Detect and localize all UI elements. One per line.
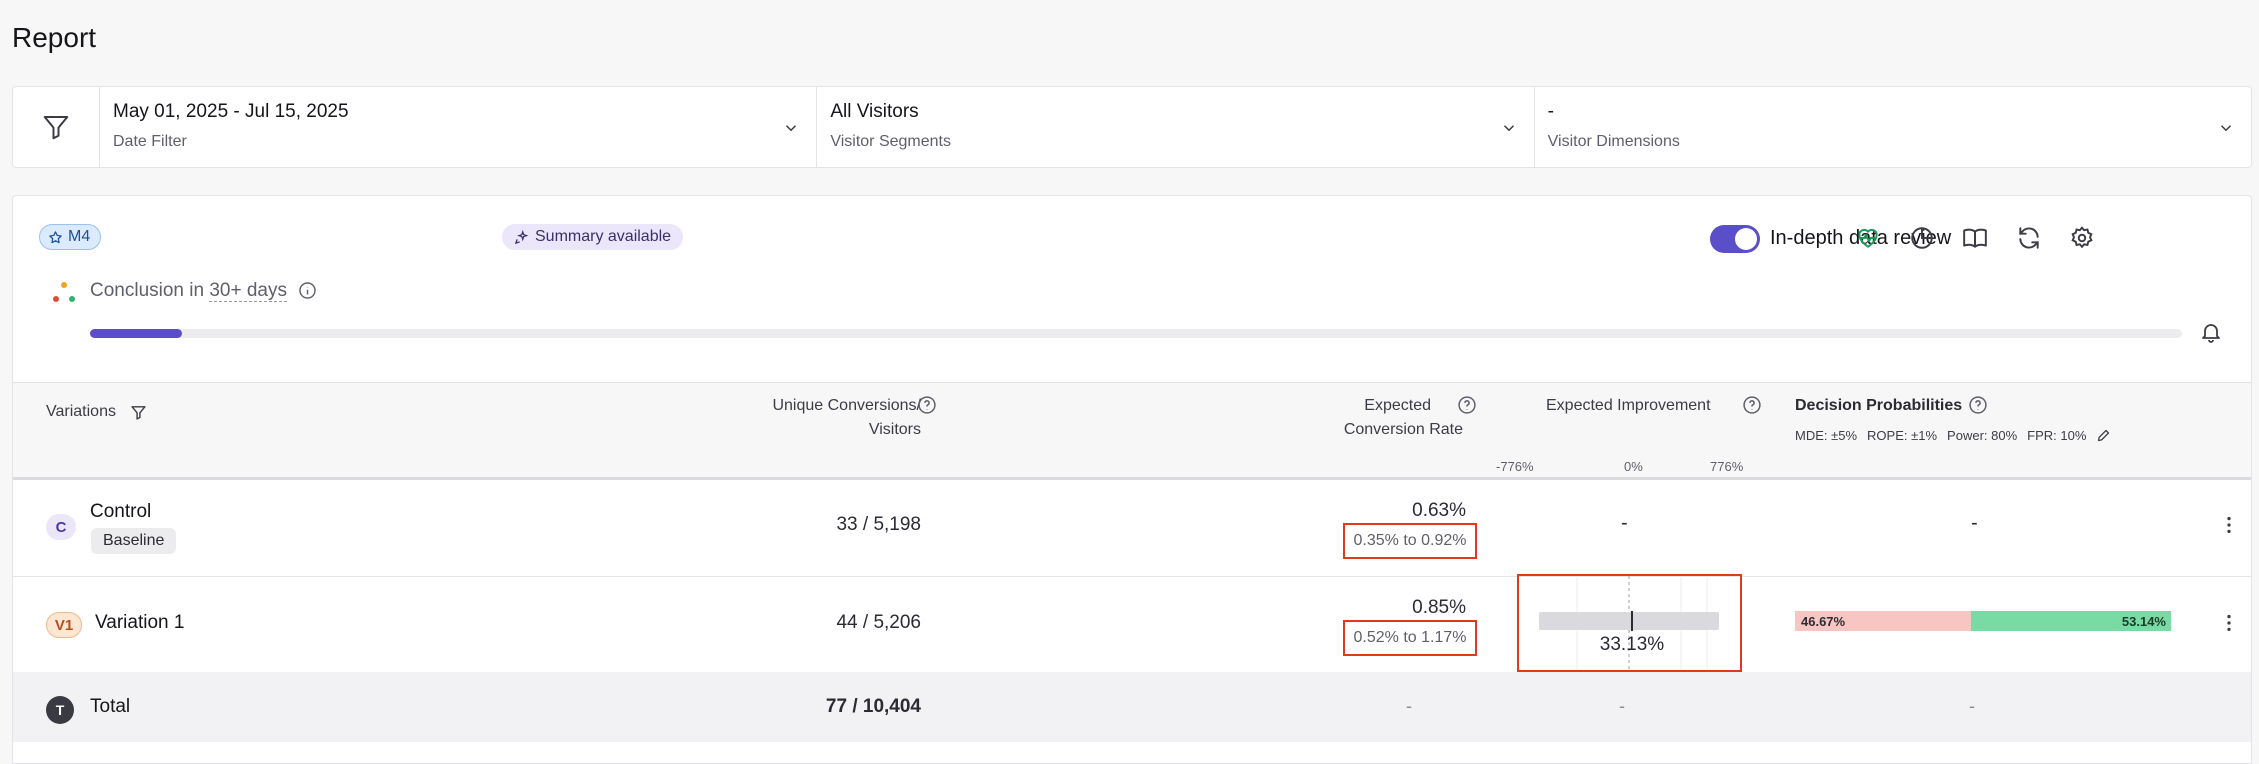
status-dots-icon [53, 282, 75, 302]
dimensions-filter[interactable]: - Visitor Dimensions [1535, 87, 2251, 167]
conversions-value: 33 / 5,198 [836, 514, 921, 535]
decision-value: - [1971, 512, 1978, 534]
col-conversions: Unique Conversions/ Visitors [703, 394, 921, 442]
param-fpr: FPR: 10% [2027, 428, 2087, 443]
decision-negative-label: 46.67% [1801, 613, 1846, 629]
chevron-down-icon [1503, 125, 1514, 132]
total-row [13, 672, 2251, 742]
param-rope: ROPE: ±1% [1867, 428, 1938, 443]
scale-min: -776% [1496, 459, 1534, 474]
interval-bar [1539, 612, 1719, 630]
improvement-highlight: 33.13% [1517, 574, 1742, 672]
scale-mid: 0% [1624, 459, 1643, 474]
total-decision: - [1969, 696, 1975, 716]
col-rate-label-1: Expected [1364, 397, 1431, 414]
conclusion-progress [90, 329, 2182, 338]
total-badge: T [46, 696, 74, 724]
rate-range: 0.52% to 1.17% [1343, 620, 1477, 656]
help-icon[interactable] [917, 395, 937, 415]
improvement-plot: 33.13% [1539, 576, 1719, 670]
health-button[interactable] [1853, 223, 1883, 253]
refresh-button[interactable] [2014, 223, 2044, 253]
total-name: Total [90, 696, 131, 717]
param-power: Power: 80% [1947, 428, 2018, 443]
metric-badge-label: M4 [68, 228, 91, 245]
chevron-down-icon [2220, 125, 2232, 132]
col-decision: Decision Probabilities [1795, 397, 1963, 414]
improvement-value: - [1621, 512, 1628, 534]
conclusion-text: Conclusion in 30+ days [90, 280, 317, 302]
col-rate: Expected Conversion Rate [1273, 394, 1463, 442]
refresh-icon [2019, 227, 2039, 249]
variation-badge: C [46, 514, 76, 540]
summary-badge[interactable]: Summary available [502, 224, 684, 250]
segments-filter-label: Visitor Segments [830, 133, 951, 150]
scale-max: 776% [1710, 459, 1744, 474]
total-conversions: 77 / 10,404 [825, 696, 921, 717]
conclusion-progress-fill [90, 329, 183, 338]
date-filter-label: Date Filter [113, 133, 187, 150]
decision-params: MDE: ±5% ROPE: ±1% Power: 80% FPR: 10% [1795, 428, 2111, 443]
rate-range: 0.35% to 0.92% [1343, 523, 1477, 559]
segments-filter[interactable]: All Visitors Visitor Segments [817, 87, 1535, 167]
help-icon[interactable] [1742, 395, 1762, 415]
improvement-value: 33.13% [1600, 634, 1665, 655]
docs-button[interactable] [1960, 223, 1990, 253]
decision-negative-segment: 46.67% [1795, 611, 1971, 631]
bell-icon[interactable] [2199, 320, 2223, 344]
summary-badge-label: Summary available [535, 228, 672, 245]
rate-value: 0.85% [1412, 597, 1466, 618]
rate-value: 0.63% [1412, 500, 1466, 521]
pie-chart-button[interactable] [1907, 223, 1937, 253]
report-card: M4 Summary available In-depth data revie… [12, 195, 2252, 764]
star-icon [49, 230, 62, 243]
col-rate-label-2: Conversion Rate [1343, 421, 1463, 438]
row-divider [13, 576, 2251, 577]
chevron-down-icon [786, 125, 797, 132]
conclusion-days[interactable]: 30+ days [209, 280, 288, 302]
gear-icon [2071, 226, 2093, 249]
filter-button[interactable] [13, 87, 100, 167]
info-icon[interactable] [298, 281, 317, 300]
more-options-icon[interactable] [2218, 514, 2240, 536]
col-improvement: Expected Improvement [1546, 397, 1711, 414]
settings-button[interactable] [2067, 223, 2097, 253]
dimensions-filter-value: - [1547, 101, 1554, 122]
total-rate: - [1406, 696, 1412, 716]
col-variations-label: Variations [46, 403, 116, 420]
funnel-icon[interactable] [130, 404, 147, 421]
decision-probability-bar: 46.67% 53.14% [1795, 611, 2171, 631]
dimensions-filter-label: Visitor Dimensions [1547, 133, 1680, 150]
col-conversions-label-2: Visitors [868, 421, 921, 438]
variation-badge: V1 [46, 612, 82, 638]
pie-chart-icon [1911, 227, 1933, 249]
baseline-tag: Baseline [91, 528, 177, 554]
conclusion-prefix: Conclusion in [90, 280, 205, 301]
more-options-icon[interactable] [2218, 612, 2240, 634]
heart-pulse-icon [1858, 228, 1878, 248]
decision-positive-segment: 53.14% [1970, 611, 2171, 631]
variation-name[interactable]: Variation 1 [95, 612, 184, 634]
pencil-icon[interactable] [2096, 428, 2111, 443]
funnel-icon [43, 116, 69, 140]
help-icon[interactable] [1457, 395, 1477, 415]
conversions-value: 44 / 5,206 [836, 612, 921, 633]
sparkle-icon [514, 229, 529, 244]
col-variations: Variations [46, 400, 147, 424]
table-header-divider [13, 477, 2251, 480]
date-filter-value: May 01, 2025 - Jul 15, 2025 [113, 101, 349, 122]
filter-bar: May 01, 2025 - Jul 15, 2025 Date Filter … [12, 86, 2252, 168]
segments-filter-value: All Visitors [830, 101, 919, 122]
param-mde: MDE: ±5% [1795, 428, 1858, 443]
help-icon[interactable] [1968, 395, 1988, 415]
book-icon [1963, 228, 1987, 248]
in-depth-toggle[interactable] [1710, 225, 1760, 253]
total-improvement: - [1619, 696, 1625, 716]
decision-positive-label: 53.14% [2121, 613, 2166, 629]
date-filter[interactable]: May 01, 2025 - Jul 15, 2025 Date Filter [100, 87, 818, 167]
col-conversions-label-1: Unique Conversions/ [772, 397, 921, 414]
metric-badge[interactable]: M4 [39, 224, 102, 250]
page-title: Report [12, 22, 97, 53]
variation-name[interactable]: Control [90, 501, 151, 523]
